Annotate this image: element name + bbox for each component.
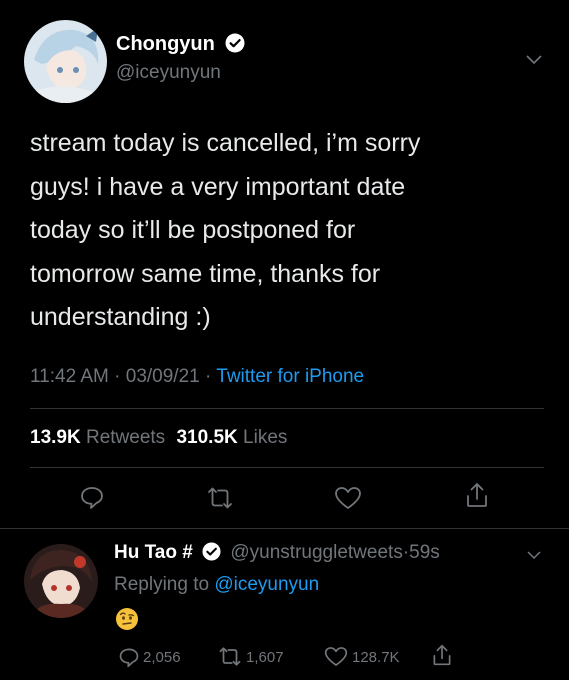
- heart-icon[interactable]: [324, 646, 348, 667]
- retweets-count: 13.9K: [30, 427, 81, 448]
- tweet-text-line: guys! i have a very important date: [30, 172, 406, 201]
- retweet-icon[interactable]: [217, 646, 243, 667]
- divider: [30, 467, 544, 468]
- reply-handle[interactable]: @yunstruggletweets: [230, 542, 402, 563]
- tweet-text-line: today so it’ll be postponed for: [30, 216, 356, 244]
- avatar-image: [24, 544, 98, 618]
- separator: ·: [114, 366, 121, 387]
- reply-display-name[interactable]: Hu Tao #: [114, 542, 193, 563]
- retweets-stat[interactable]: 13.9K Retweets: [30, 427, 170, 448]
- divider: [30, 408, 544, 409]
- verified-badge-icon: [225, 33, 245, 58]
- chevron-down-icon[interactable]: [525, 54, 543, 66]
- tweet-text: stream today is cancelled, i’m sorry guy…: [30, 122, 550, 340]
- avatar-image: [24, 20, 107, 103]
- separator: ·: [205, 366, 212, 387]
- tweet-text-line: understanding :): [30, 303, 211, 331]
- raised-eyebrow-emoji: [115, 607, 139, 636]
- share-icon[interactable]: [431, 643, 453, 667]
- reply-count: 2,056: [143, 649, 181, 666]
- timestamp-row: 11:42 AM · 03/09/21 · Twitter for iPhone: [30, 366, 364, 388]
- retweets-label: Retweets: [85, 427, 166, 448]
- display-name[interactable]: Chongyun: [116, 33, 215, 55]
- retweet-count: 1,607: [246, 649, 284, 666]
- tweet-text-line: stream today is cancelled, i’m sorry: [30, 129, 421, 157]
- like-count: 128.7K: [352, 649, 400, 666]
- comment-icon[interactable]: [79, 484, 105, 510]
- share-icon[interactable]: [464, 481, 490, 509]
- chevron-down-icon[interactable]: [526, 550, 542, 560]
- handle[interactable]: @iceyunyun: [116, 62, 221, 84]
- heart-icon[interactable]: [334, 486, 362, 510]
- replying-to-label: Replying to: [114, 574, 210, 595]
- replying-to-row: Replying to @iceyunyun: [114, 574, 319, 596]
- avatar[interactable]: [24, 20, 107, 103]
- likes-count: 310.5K: [176, 427, 238, 448]
- author-row: Chongyun: [116, 33, 245, 57]
- tweet-text-line: tomorrow same time, thanks for: [30, 259, 381, 288]
- replying-to-link[interactable]: @iceyunyun: [214, 574, 319, 595]
- divider: [0, 528, 569, 529]
- tweet-source-link[interactable]: Twitter for iPhone: [216, 366, 364, 387]
- comment-icon[interactable]: [118, 646, 140, 668]
- reply-time[interactable]: 59s: [409, 542, 440, 563]
- tweet-time[interactable]: 11:42 AM: [30, 366, 109, 387]
- tweet-date[interactable]: 03/09/21: [126, 366, 200, 387]
- likes-stat[interactable]: 310.5K Likes: [176, 427, 287, 448]
- reply-author-row: Hu Tao # @yunstruggletweets·59s: [114, 542, 440, 567]
- verified-badge-icon: [202, 542, 221, 567]
- retweet-icon[interactable]: [205, 486, 235, 510]
- avatar[interactable]: [24, 544, 98, 618]
- stats-row: 13.9K Retweets 310.5K Likes: [30, 427, 287, 449]
- likes-label: Likes: [243, 427, 288, 448]
